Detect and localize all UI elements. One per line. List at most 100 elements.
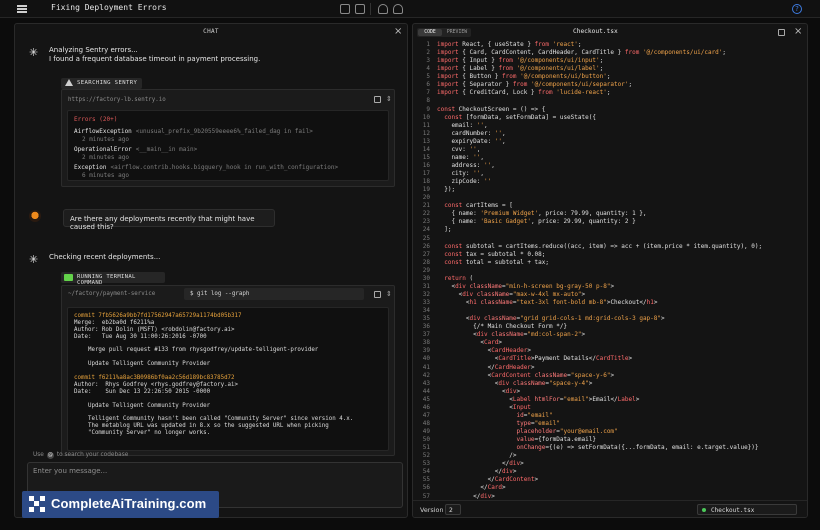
message-line: I found a frequent database timeout in p… [49, 55, 261, 63]
line-number: 51 [422, 444, 430, 452]
error-detail: <airflow.contrib.hooks.bigquery_hook in … [110, 164, 339, 171]
code-line: 50 value={formData.email} [413, 436, 807, 444]
chat-panel: CHAT × ✳ Analyzing Sentry errors... I fo… [14, 23, 408, 518]
code-line: 31 <div className="min-h-screen bg-gray-… [413, 283, 807, 291]
code-text: name: '', [437, 153, 484, 161]
chat-toggle-icon[interactable] [340, 4, 350, 14]
line-number: 36 [422, 323, 430, 331]
error-name: Exception [74, 164, 107, 171]
menu-icon[interactable] [17, 5, 27, 13]
terminal-line: Author: Rhys Godfrey <rhys.godfrey@facto… [74, 381, 239, 388]
code-line: 28 const total = subtotal + tax; [413, 258, 807, 267]
code-line: 11 email: '', [413, 121, 807, 130]
code-line: 7 import { CreditCard, Lock } from 'lucid… [413, 89, 807, 97]
code-line: 10 const [formData, setFormData] = useSt… [413, 114, 807, 122]
sentry-url[interactable]: https://factory-lb.sentry.io [68, 97, 166, 103]
code-editor[interactable]: 1 import React, { useState } from 'react'… [413, 41, 807, 500]
code-panel: CODE PREVIEW Checkout.tsx × 1 import Reac… [412, 23, 808, 518]
version-select[interactable]: 2 [445, 504, 461, 515]
line-number: 22 [422, 210, 430, 218]
code-line: 14 cvv: '', [413, 145, 807, 154]
line-number: 9 [426, 105, 430, 113]
stack-icon[interactable] [393, 4, 403, 14]
code-text: onChange={(e) => setFormData({...formDat… [516, 444, 759, 452]
code-text: const subtotal = cartItems.reduce((acc, … [444, 242, 763, 250]
help-icon[interactable]: ? [792, 4, 802, 14]
code-text: const cartItems = [ [444, 202, 513, 210]
top-bar: Fixing Deployment Errors ? [0, 0, 820, 18]
copy-icon[interactable] [374, 291, 381, 298]
code-text: const total = subtotal + tax; [444, 258, 549, 266]
terminal-line: Telligent Community hasn't been called "… [74, 416, 354, 423]
collapse-icon[interactable]: ⇕ [386, 291, 393, 298]
error-item[interactable]: Exception <airflow.contrib.hooks.bigquery… [74, 164, 386, 179]
copy-icon[interactable] [778, 29, 785, 36]
terminal-line: Update Telligent Community Provider [74, 402, 211, 409]
code-line: 30 return ( [413, 275, 807, 283]
layers-icon[interactable] [378, 4, 388, 14]
code-line: 15 name: '', [413, 153, 807, 162]
running-terminal-badge: RUNNING TERMINAL COMMAND [61, 272, 165, 286]
hint-text-pre: Use [33, 452, 44, 458]
error-item[interactable]: OperationalError <__main__in main> 2 minu… [74, 146, 386, 161]
code-line: 20 [413, 194, 807, 202]
code-text: <CardHeader> [437, 347, 531, 355]
code-text: <div className="max-w-4xl mx-auto"> [437, 290, 586, 298]
code-line: 16 address: '', [413, 162, 807, 170]
code-text: </div> [437, 492, 495, 500]
code-line: 25 [413, 235, 807, 243]
panel-toggle-icon[interactable] [355, 4, 365, 14]
code-line: 6 import { Separator } from '@/components… [413, 81, 807, 89]
file-chip[interactable]: Checkout.tsx [697, 504, 797, 515]
line-number: 4 [426, 65, 430, 73]
assistant-message: Analyzing Sentry errors... I found a fre… [49, 46, 260, 64]
errors-list: Errors (20+) AirflowException <unusual_pr… [67, 110, 389, 181]
code-text: </CardHeader> [437, 363, 535, 371]
code-line: 32 <div className="max-w-4xl mx-auto"> [413, 290, 807, 299]
code-line: 46 <Input [413, 403, 807, 412]
code-line: 45 <Label htmlFor="email">Email</Label> [413, 396, 807, 404]
code-line: 12 cardNumber: '', [413, 130, 807, 138]
line-number: 42 [422, 371, 430, 379]
warning-icon [65, 79, 73, 86]
terminal-line: Author: Rob Dolin (MSFT) <robdolin@facto… [74, 326, 235, 333]
copy-icon[interactable] [374, 96, 381, 103]
status-dot [702, 508, 706, 512]
code-text: <CardTitle>Payment Details</CardTitle> [437, 355, 633, 363]
line-number: 47 [422, 411, 430, 419]
line-number: 23 [422, 218, 430, 226]
line-number: 52 [422, 452, 430, 460]
close-icon[interactable]: × [794, 26, 802, 37]
line-number: 14 [422, 145, 430, 153]
line-number: 54 [422, 468, 430, 476]
errors-header: Errors (20+) [74, 116, 118, 123]
error-item[interactable]: AirflowException <unusual_prefix_9b20559e… [74, 128, 386, 143]
tab-code[interactable]: CODE [418, 29, 442, 36]
collapse-icon[interactable]: ⇕ [386, 96, 393, 103]
tab-preview[interactable]: PREVIEW [444, 29, 470, 36]
code-text: import { Input } from '@/components/ui/i… [437, 57, 604, 65]
line-number: 11 [422, 121, 430, 129]
code-text: email: '', [437, 121, 488, 129]
code-text: </div> [437, 468, 517, 476]
line-number: 26 [422, 242, 430, 250]
code-text: const tax = subtotal * 0.08; [444, 250, 546, 258]
toolbar-divider [370, 3, 371, 15]
terminal-line: Merge pull request #133 from rhysgodfrey… [74, 347, 319, 354]
code-text: <div className="space-y-4"> [437, 379, 593, 387]
line-number: 46 [422, 403, 430, 411]
line-number: 56 [422, 484, 430, 492]
code-line: 9 const CheckoutScreen = () => { [413, 105, 807, 114]
code-line: 37 <div className="md:col-span-2"> [413, 331, 807, 339]
line-number: 19 [422, 186, 430, 194]
close-icon[interactable]: × [394, 26, 402, 37]
terminal-command: $ git log --graph [184, 288, 364, 300]
line-number: 48 [422, 419, 430, 427]
code-text: import { CreditCard, Lock } from 'lucide… [437, 89, 611, 97]
code-line: 48 type="email" [413, 419, 807, 428]
code-line: 17 city: '', [413, 170, 807, 178]
code-line: 55 </CardContent> [413, 476, 807, 484]
